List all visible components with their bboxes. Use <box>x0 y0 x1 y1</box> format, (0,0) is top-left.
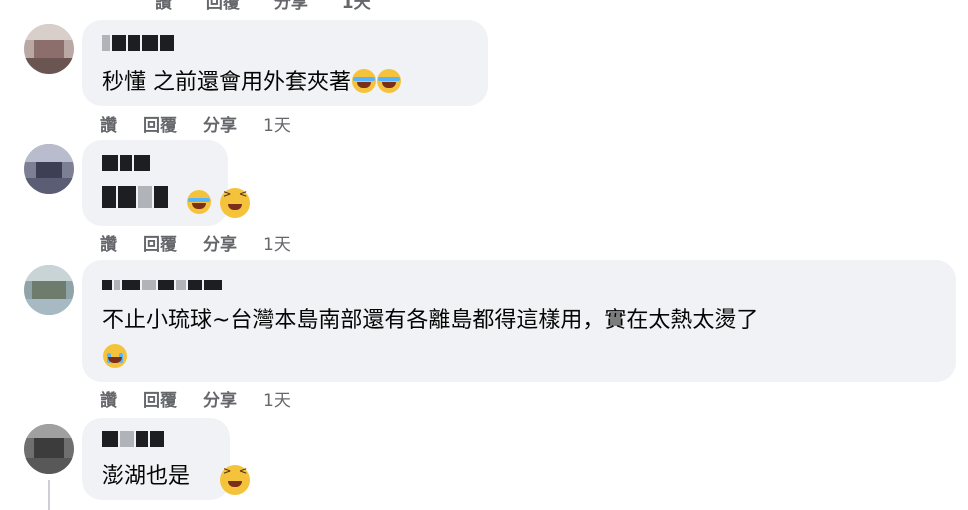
thread-line <box>48 480 50 510</box>
share-link[interactable]: 分享 <box>203 230 237 255</box>
comment-bubble: 澎湖也是 <box>82 418 230 500</box>
grinning-squinting-emoji-icon <box>220 465 250 495</box>
share-link[interactable]: 分享 <box>203 386 237 411</box>
author-name-redacted[interactable] <box>102 276 222 294</box>
share-link[interactable]: 分享 <box>203 111 237 136</box>
like-link[interactable]: 讚 <box>155 0 172 13</box>
like-link[interactable]: 讚 <box>100 111 117 136</box>
avatar[interactable] <box>24 24 74 74</box>
share-link[interactable]: 分享 <box>274 0 308 13</box>
author-name-redacted[interactable] <box>102 430 164 448</box>
comment-bubble <box>82 140 228 226</box>
timestamp[interactable]: 1天 <box>263 111 291 136</box>
avatar[interactable] <box>24 144 74 194</box>
comment-text: 秒懂 之前還會用外套夾著 <box>102 64 401 96</box>
like-link[interactable]: 讚 <box>100 386 117 411</box>
reply-link[interactable]: 回覆 <box>143 111 177 136</box>
laughing-tears-emoji-icon <box>352 69 376 93</box>
author-name-redacted[interactable] <box>102 154 150 172</box>
comment-actions: 讚 回覆 分享 1天 <box>100 111 291 136</box>
reply-link[interactable]: 回覆 <box>143 230 177 255</box>
comment-actions: 讚 回覆 分享 1天 <box>100 230 291 255</box>
comment-bubble: 不止小琉球~台灣本島南部還有各離島都得這樣用，實在太熱太燙了 <box>82 260 956 382</box>
comment-text: 澎湖也是 <box>102 464 191 489</box>
reply-link[interactable]: 回覆 <box>206 0 240 13</box>
comment-actions: 讚 回覆 分享 1天 <box>100 386 291 411</box>
comment-text-redacted <box>102 186 168 208</box>
laughing-tears-emoji-icon <box>187 190 211 214</box>
comment-bubble: 秒懂 之前還會用外套夾著 <box>82 20 488 106</box>
comment-text: 不止小琉球~台灣本島南部還有各離島都得這樣用，實在太熱太燙了 <box>102 308 759 333</box>
timestamp[interactable]: 1天 <box>342 0 371 13</box>
grinning-squinting-emoji-icon <box>220 188 250 218</box>
author-name-redacted[interactable] <box>102 34 174 52</box>
loudly-crying-emoji-icon <box>103 344 127 368</box>
reply-link[interactable]: 回覆 <box>143 386 177 411</box>
avatar[interactable] <box>24 265 74 315</box>
timestamp[interactable]: 1天 <box>263 386 291 411</box>
laughing-tears-emoji-icon <box>377 69 401 93</box>
avatar[interactable] <box>24 424 74 474</box>
previous-comment-actions: 讚 回覆 分享 1天 <box>155 0 399 13</box>
like-link[interactable]: 讚 <box>100 230 117 255</box>
timestamp[interactable]: 1天 <box>263 230 291 255</box>
